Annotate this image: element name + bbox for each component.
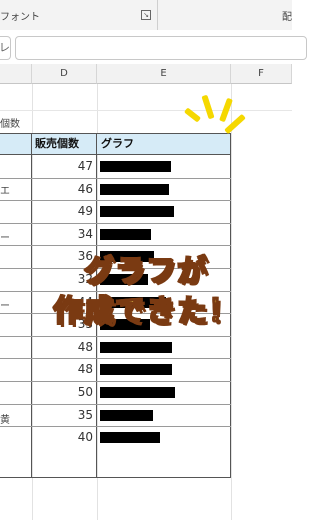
data-bar xyxy=(100,183,169,195)
row-divider xyxy=(0,403,231,405)
sales-count-cell[interactable]: 46 xyxy=(32,182,93,196)
row-divider xyxy=(0,200,231,202)
data-bar xyxy=(100,206,174,218)
row-divider xyxy=(0,426,231,428)
ribbon-divider xyxy=(157,0,158,30)
data-bar xyxy=(100,387,175,398)
data-bar xyxy=(100,341,172,353)
font-group-label: フォント xyxy=(0,12,40,23)
row-divider xyxy=(0,358,231,360)
cell-fragment[interactable]: エ xyxy=(0,182,10,197)
data-bar xyxy=(100,432,160,444)
cell-count-label[interactable]: 個数 xyxy=(0,115,20,130)
dialog-launcher-icon[interactable]: ↘ xyxy=(141,10,151,20)
sales-count-cell[interactable]: 49 xyxy=(32,204,93,218)
sales-count-cell[interactable]: 40 xyxy=(32,430,93,444)
grid-line xyxy=(0,110,292,111)
column-header-e[interactable]: E xyxy=(97,64,231,84)
row-divider xyxy=(0,381,231,382)
cell-fragment[interactable]: ー xyxy=(0,229,10,244)
column-header-d[interactable]: D xyxy=(32,64,97,84)
data-bar xyxy=(100,228,151,240)
sales-count-cell[interactable]: 35 xyxy=(32,408,93,422)
data-bar xyxy=(100,409,153,421)
row-divider xyxy=(0,177,231,179)
overlay-caption-line2: 作成できた！ xyxy=(52,293,239,330)
cell-fragment[interactable]: 黄 xyxy=(0,411,10,426)
sales-count-cell[interactable]: 47 xyxy=(32,159,93,173)
row-divider xyxy=(0,335,231,337)
data-bar xyxy=(100,364,172,376)
name-box[interactable]: レ xyxy=(0,36,11,60)
sales-count-cell[interactable]: 50 xyxy=(32,385,93,399)
row-divider xyxy=(0,222,231,224)
ribbon: フォント ↘ 配 xyxy=(0,0,292,31)
sales-count-cell[interactable]: 48 xyxy=(32,340,93,354)
data-bar xyxy=(100,161,171,172)
sales-count-cell[interactable]: 34 xyxy=(32,227,93,241)
formula-bar: レ xyxy=(0,30,307,65)
formula-input[interactable] xyxy=(15,36,307,60)
column-header-c[interactable] xyxy=(0,64,32,84)
column-header-f[interactable]: F xyxy=(231,64,292,84)
overlay-caption-line1: グラフが xyxy=(83,253,208,290)
ribbon-group-label-right: 配 xyxy=(282,12,292,23)
sales-count-cell[interactable]: 48 xyxy=(32,362,93,376)
